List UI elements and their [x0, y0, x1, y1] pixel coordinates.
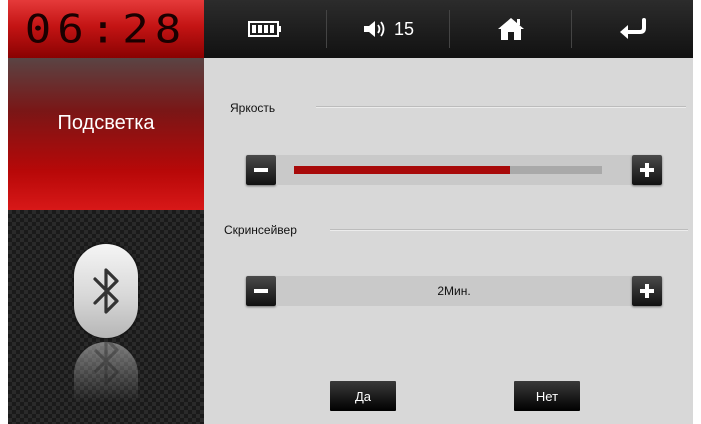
- brightness-decrease-button[interactable]: [246, 155, 276, 185]
- brightness-track[interactable]: [276, 155, 632, 185]
- sidebar-item-backlight[interactable]: Подсветка: [8, 58, 204, 210]
- sidebar-item-label: Подсветка: [57, 111, 155, 134]
- settings-panel: Яркость Скринсейвер 2Мин. Да Нет: [204, 58, 693, 424]
- right-gutter: [693, 0, 701, 424]
- top-status-bar: 15: [204, 0, 693, 58]
- battery-indicator: [204, 0, 326, 58]
- minus-icon: [254, 289, 268, 293]
- home-icon: [497, 18, 524, 40]
- bluetooth-icon: [93, 268, 119, 314]
- brightness-slider-fill: [294, 166, 510, 174]
- screensaver-value: 2Мин.: [437, 284, 471, 298]
- left-sidebar: 06:28 Подсветка: [8, 0, 204, 424]
- screensaver-label: Скринсейвер: [224, 223, 297, 237]
- screensaver-increase-button[interactable]: [632, 276, 662, 306]
- clock-display: 06:28: [8, 0, 204, 58]
- plus-icon: [640, 163, 654, 177]
- minus-icon: [254, 168, 268, 172]
- home-button[interactable]: [450, 0, 571, 58]
- device-screen: 06:28 Подсветка 15 Яркость Скринсейвер 2…: [0, 0, 701, 424]
- volume-button[interactable]: 15: [327, 0, 449, 58]
- back-arrow-icon: [619, 18, 646, 39]
- speaker-icon: [363, 21, 385, 37]
- brightness-slider[interactable]: [294, 166, 602, 174]
- back-button[interactable]: [572, 0, 693, 58]
- screensaver-decrease-button[interactable]: [246, 276, 276, 306]
- screensaver-stepper: 2Мин.: [246, 276, 662, 306]
- volume-level: 15: [393, 18, 415, 39]
- no-button[interactable]: Нет: [514, 381, 580, 411]
- screensaver-track: 2Мин.: [276, 276, 632, 306]
- bluetooth-button[interactable]: [74, 244, 138, 338]
- clock-time: 06:28: [24, 6, 188, 52]
- bluetooth-reflection: [74, 342, 138, 402]
- sidebar-carbon-panel: [8, 210, 204, 424]
- brightness-stepper: [246, 155, 662, 185]
- brightness-increase-button[interactable]: [632, 155, 662, 185]
- bluetooth-reflection-icon: [93, 342, 119, 385]
- section-divider: [316, 106, 686, 108]
- yes-button[interactable]: Да: [330, 381, 396, 411]
- battery-icon: [248, 21, 281, 37]
- section-divider: [330, 229, 688, 231]
- plus-icon: [640, 284, 654, 298]
- brightness-label: Яркость: [230, 101, 276, 115]
